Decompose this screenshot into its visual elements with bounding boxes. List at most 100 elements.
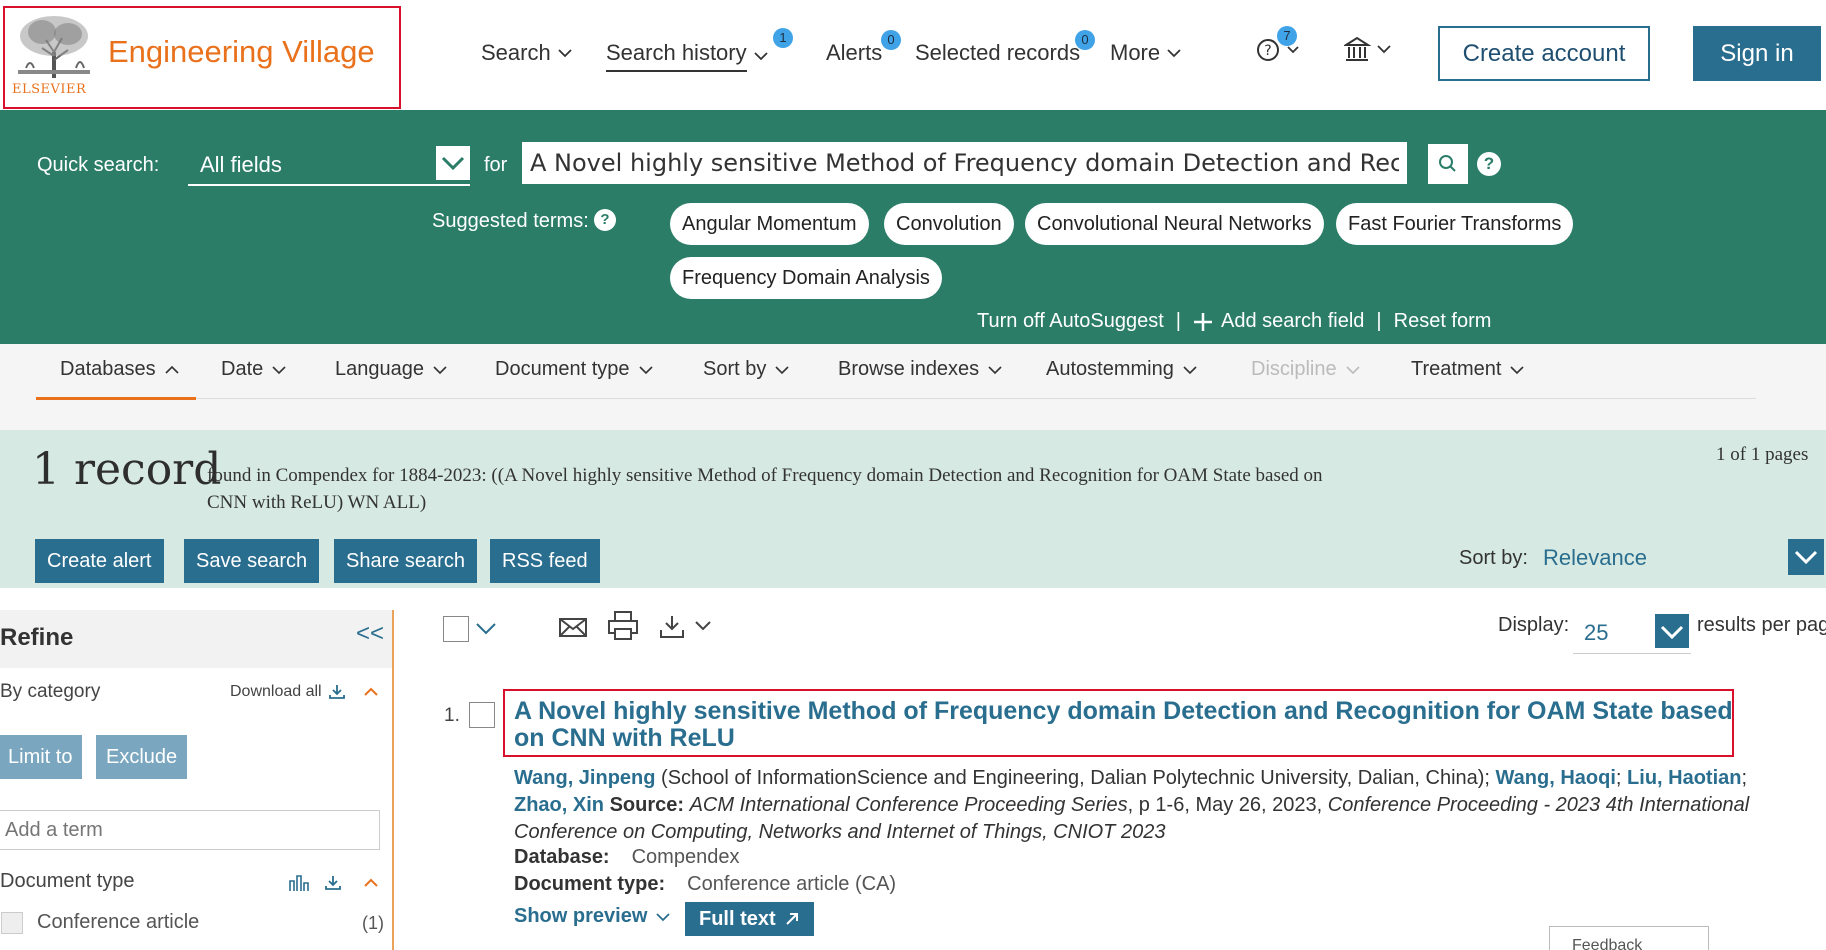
- email-icon: [559, 618, 587, 637]
- sort-by-label: Sort by:: [1459, 547, 1528, 569]
- chevron-down-icon: [753, 52, 768, 61]
- nav-alerts[interactable]: Alerts: [826, 40, 882, 66]
- result-title-link[interactable]: A Novel highly sensitive Method of Frequ…: [514, 698, 1734, 752]
- nav-more[interactable]: More: [1110, 40, 1182, 66]
- database-value: Compendex: [631, 846, 740, 868]
- reset-form-link[interactable]: Reset form: [1394, 310, 1492, 333]
- result-checkbox[interactable]: [469, 702, 495, 728]
- search-help-icon[interactable]: ?: [1477, 152, 1501, 176]
- results-per-page-dropdown-button[interactable]: [1655, 614, 1689, 648]
- exclude-button[interactable]: Exclude: [96, 735, 188, 779]
- download-button[interactable]: [658, 614, 718, 640]
- publisher-wordmark: ELSEVIER: [12, 82, 87, 97]
- chevron-down-icon: [1167, 49, 1181, 58]
- filter-browse-indexes[interactable]: Browse indexes: [838, 358, 1003, 381]
- full-text-button[interactable]: Full text: [685, 902, 814, 936]
- filter-sort-by[interactable]: Sort by: [703, 358, 790, 381]
- chevron-down-icon: [1660, 625, 1684, 640]
- nav-search[interactable]: Search: [481, 40, 573, 66]
- link-separator: |: [1175, 310, 1181, 332]
- chevron-down-icon: [272, 365, 286, 374]
- nav-alerts-label: Alerts: [826, 40, 883, 65]
- chevron-down-icon: [1794, 550, 1818, 565]
- email-button[interactable]: [558, 614, 588, 640]
- download-all-link[interactable]: Download all: [230, 683, 380, 701]
- collapse-sidebar-button[interactable]: <<: [356, 620, 384, 648]
- external-link-icon: [785, 913, 798, 925]
- save-search-button[interactable]: Save search: [184, 539, 320, 583]
- source-label: Source:: [609, 794, 685, 816]
- sign-in-button[interactable]: Sign in: [1693, 26, 1821, 81]
- chevron-up-icon[interactable]: [362, 877, 380, 889]
- source-details: , p 1-6, May 26, 2023,: [1127, 794, 1328, 816]
- filter-databases[interactable]: Databases: [60, 358, 180, 381]
- suggested-term[interactable]: Convolutional Neural Networks: [1025, 203, 1324, 245]
- filter-label: Discipline: [1251, 358, 1337, 380]
- institution-icon: [1344, 36, 1391, 61]
- facet-option-count: (1): [362, 913, 384, 933]
- results-per-page-label: results per page: [1697, 614, 1826, 636]
- search-field-dropdown-button[interactable]: [436, 146, 470, 180]
- chevron-up-icon[interactable]: [362, 686, 380, 698]
- author-link[interactable]: Wang, Jinpeng: [514, 767, 655, 789]
- for-label: for: [484, 154, 508, 176]
- suggested-term[interactable]: Convolution: [884, 203, 1014, 245]
- document-type-facet-label: Document type: [0, 870, 135, 892]
- author-link[interactable]: Zhao, Xin: [514, 794, 604, 816]
- select-all-checkbox[interactable]: [443, 616, 469, 642]
- facet-option-label: Conference article: [37, 911, 200, 933]
- nav-selected-records-label: Selected records: [915, 40, 1081, 65]
- filter-language[interactable]: Language: [335, 358, 448, 381]
- document-type-label: Document type:: [514, 873, 666, 895]
- turn-off-autosuggest-link[interactable]: Turn off AutoSuggest: [977, 310, 1164, 333]
- filter-divider: [36, 398, 1756, 399]
- download-all-label: Download all: [230, 683, 322, 700]
- add-search-field-link[interactable]: Add search field: [1193, 310, 1364, 333]
- selected-records-badge: 0: [1075, 30, 1095, 50]
- nav-selected-records[interactable]: Selected records: [915, 40, 1080, 66]
- show-preview-link[interactable]: Show preview: [514, 905, 671, 928]
- print-icon: [608, 611, 638, 640]
- rss-feed-button[interactable]: RSS feed: [490, 539, 600, 583]
- search-input[interactable]: [522, 142, 1407, 184]
- database-label: Database:: [514, 846, 610, 868]
- conference-article-checkbox[interactable]: [1, 912, 23, 934]
- nav-search-history[interactable]: Search history: [606, 40, 769, 72]
- feedback-button[interactable]: Feedback: [1549, 926, 1709, 950]
- share-search-button[interactable]: Share search: [334, 539, 477, 583]
- suggested-help-icon[interactable]: ?: [594, 209, 616, 231]
- sort-by-select[interactable]: Relevance: [1543, 545, 1647, 571]
- bar-chart-icon[interactable]: [288, 874, 310, 892]
- suggested-term[interactable]: Fast Fourier Transforms: [1336, 203, 1574, 245]
- create-alert-button[interactable]: Create alert: [35, 539, 164, 583]
- filter-document-type[interactable]: Document type: [495, 358, 654, 381]
- filter-treatment[interactable]: Treatment: [1411, 358, 1525, 381]
- print-button[interactable]: [607, 610, 639, 642]
- search-history-badge: 1: [773, 28, 793, 48]
- author-link[interactable]: Wang, Haoqi: [1496, 767, 1616, 789]
- create-account-button[interactable]: Create account: [1438, 26, 1650, 81]
- limit-to-button[interactable]: Limit to: [0, 735, 83, 779]
- chevron-down-icon: [988, 365, 1002, 374]
- sort-by-dropdown-button[interactable]: [1788, 539, 1824, 575]
- select-options-dropdown[interactable]: [474, 618, 498, 638]
- suggested-term[interactable]: Frequency Domain Analysis: [670, 257, 942, 299]
- nav-search-label: Search: [481, 40, 551, 65]
- download-icon[interactable]: [324, 875, 342, 891]
- display-label: Display:: [1498, 614, 1570, 636]
- filter-autostemming[interactable]: Autostemming: [1046, 358, 1198, 381]
- search-field-value: All fields: [200, 152, 282, 177]
- suggested-term[interactable]: Angular Momentum: [670, 203, 869, 245]
- author-affiliation: (School of InformationScience and Engine…: [655, 767, 1496, 789]
- search-button[interactable]: [1428, 144, 1468, 184]
- chevron-down-icon: [476, 623, 496, 635]
- filter-date[interactable]: Date: [221, 358, 287, 381]
- add-term-input[interactable]: [0, 810, 380, 850]
- author-link[interactable]: Liu, Haotian: [1627, 767, 1741, 789]
- suggested-terms-label: Suggested terms:: [432, 210, 589, 232]
- document-type-value: Conference article (CA): [687, 873, 897, 895]
- filter-label: Databases: [60, 358, 156, 380]
- by-category-label: By category: [0, 681, 101, 702]
- link-separator: |: [1376, 310, 1382, 332]
- institution-menu-button[interactable]: [1344, 36, 1398, 64]
